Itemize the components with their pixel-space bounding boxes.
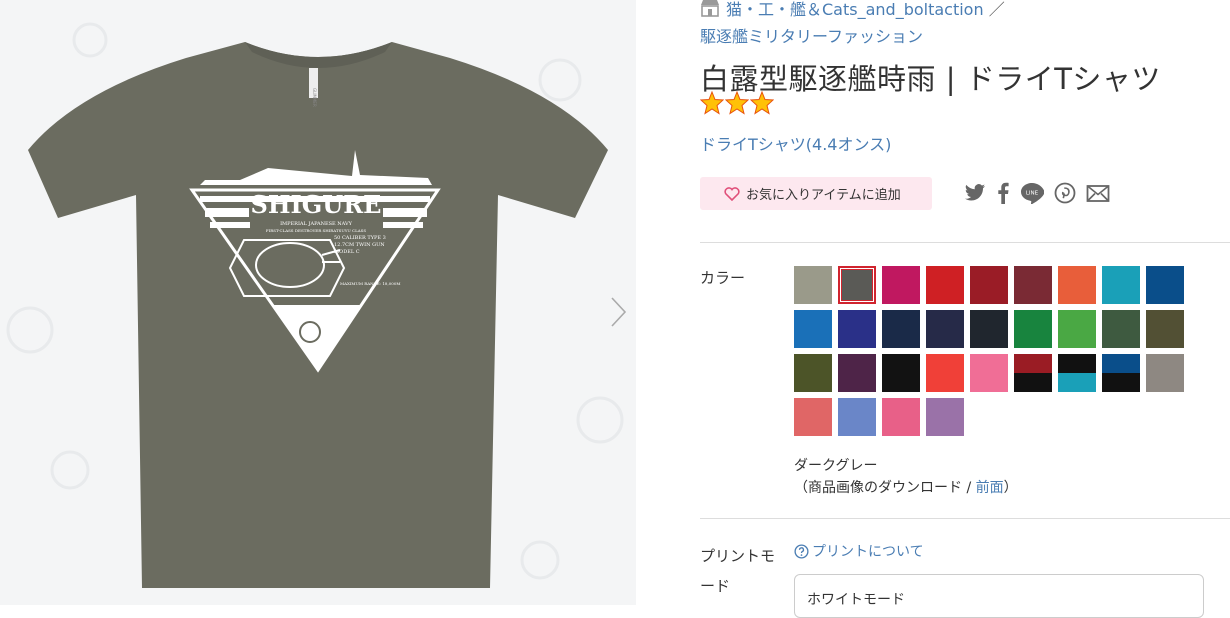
breadcrumb: 猫・工・艦＆Cats_and_boltaction ／	[700, 0, 1005, 21]
add-favorite-button[interactable]: お気に入りアイテムに追加	[700, 177, 932, 210]
color-swatch[interactable]	[1102, 266, 1140, 304]
color-swatch[interactable]	[1146, 266, 1184, 304]
color-swatch[interactable]	[1058, 266, 1096, 304]
color-swatch[interactable]	[794, 310, 832, 348]
color-swatch[interactable]	[882, 354, 920, 392]
shirt-print-name: SHIGURE	[251, 190, 382, 219]
color-swatch[interactable]	[1146, 310, 1184, 348]
download-front-link[interactable]: 前面	[976, 480, 1004, 496]
share-icons: LINE	[964, 182, 1110, 204]
selected-color-name: ダークグレー	[794, 458, 878, 474]
shirt-print-gun3: MODEL C	[334, 249, 360, 255]
twitter-icon[interactable]	[964, 183, 986, 203]
breadcrumb-category-link[interactable]: 駆逐艦ミリタリーファッション	[700, 23, 923, 47]
color-swatch[interactable]	[926, 266, 964, 304]
shop-icon	[700, 0, 720, 21]
color-swatch[interactable]	[970, 354, 1008, 392]
star-icon	[725, 91, 749, 115]
shirt-print-gun2: 12.7CM TWIN GUN	[334, 242, 385, 248]
color-swatch[interactable]	[1058, 310, 1096, 348]
color-swatch[interactable]	[882, 266, 920, 304]
divider	[700, 518, 1230, 519]
shirt-print-gun1: 50 CALIBER TYPE 3	[334, 235, 386, 241]
shirt-print-sub1: IMPERIAL JAPANESE NAVY	[280, 221, 353, 227]
product-type-link[interactable]: ドライTシャツ(4.4オンス)	[700, 131, 891, 155]
line-icon[interactable]: LINE	[1020, 182, 1044, 204]
breadcrumb-shop-link[interactable]: 猫・工・艦＆Cats_and_boltaction	[726, 0, 984, 19]
color-label: カラー	[700, 269, 746, 287]
heart-icon	[724, 186, 740, 201]
tshirt-image: SHIGURE IMPERIAL JAPANESE NAVY FIRST-CLA…	[28, 42, 608, 588]
shirt-print-sub2: FIRST-CLASS DESTROYER SHIRATSUYU CLASS	[266, 228, 366, 233]
color-swatch[interactable]	[1014, 266, 1052, 304]
product-info: 猫・工・艦＆Cats_and_boltaction ／ 駆逐艦ミリタリーファッシ…	[700, 0, 1230, 618]
color-swatch[interactable]	[838, 266, 876, 304]
color-swatch[interactable]	[882, 398, 920, 436]
color-swatch[interactable]	[794, 354, 832, 392]
star-icon	[700, 91, 724, 115]
color-swatch[interactable]	[794, 398, 832, 436]
color-swatch[interactable]	[1102, 310, 1140, 348]
print-mode-label: プリントモード	[700, 547, 776, 595]
line-icon-text: LINE	[1026, 191, 1039, 197]
color-swatch[interactable]	[794, 266, 832, 304]
breadcrumb-separator: ／	[988, 0, 1005, 19]
color-swatch[interactable]	[838, 354, 876, 392]
pinterest-icon[interactable]	[1054, 182, 1076, 204]
rating-stars	[700, 91, 774, 115]
star-icon	[750, 91, 774, 115]
download-prefix: （商品画像のダウンロード /	[794, 480, 976, 496]
facebook-icon[interactable]	[996, 182, 1010, 204]
color-swatch[interactable]	[1102, 354, 1140, 392]
mail-icon[interactable]	[1086, 184, 1110, 202]
color-swatch[interactable]	[838, 398, 876, 436]
color-swatch[interactable]	[1014, 310, 1052, 348]
color-swatch[interactable]	[1146, 354, 1184, 392]
add-favorite-label: お気に入りアイテムに追加	[746, 188, 901, 203]
color-swatch[interactable]	[926, 310, 964, 348]
color-swatch[interactable]	[970, 266, 1008, 304]
shirt-print-range: MAXIMUM RANGE: 18,000M	[340, 281, 400, 286]
print-mode-select[interactable]: ホワイトモード	[794, 574, 1204, 618]
print-help-link[interactable]: プリントについて	[794, 541, 924, 561]
print-help-text: プリントについて	[812, 544, 924, 560]
next-image-arrow-icon[interactable]	[603, 292, 631, 332]
question-circle-icon	[794, 543, 809, 559]
color-swatch[interactable]	[970, 310, 1008, 348]
color-swatch[interactable]	[1014, 354, 1052, 392]
color-swatch[interactable]	[838, 310, 876, 348]
shirt-brand-tag: GLIMMER	[312, 88, 317, 107]
color-swatch[interactable]	[926, 398, 964, 436]
product-image-panel: SHIGURE IMPERIAL JAPANESE NAVY FIRST-CLA…	[0, 0, 636, 605]
color-swatch[interactable]	[1058, 354, 1096, 392]
color-swatch[interactable]	[882, 310, 920, 348]
divider	[700, 242, 1230, 243]
download-suffix: ）	[1003, 480, 1018, 496]
image-download-line: （商品画像のダウンロード / 前面）	[794, 477, 1018, 497]
color-swatch[interactable]	[926, 354, 964, 392]
